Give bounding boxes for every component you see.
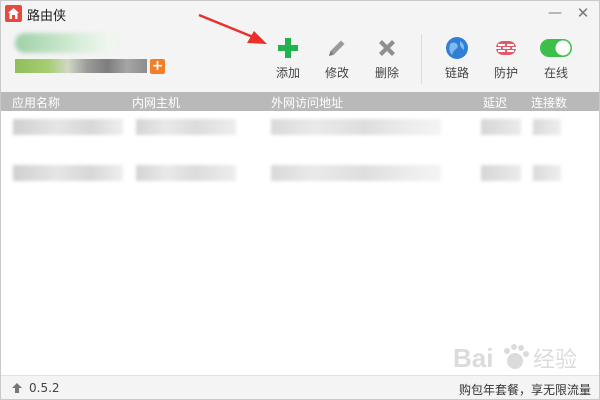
promo-link[interactable]: 购包年套餐，享无限流量 <box>459 381 591 398</box>
account-name-blurred <box>15 33 125 53</box>
app-home-icon <box>5 5 22 22</box>
minimize-button[interactable]: — <box>545 4 565 22</box>
link-button[interactable]: 链路 <box>434 36 480 86</box>
add-label: 添加 <box>275 66 300 80</box>
main-window: 路由侠 — ✕ + 添加 修改 删除 链路 防护 在线 应用名称 内网主机 外网… <box>0 0 600 400</box>
watermark-text: Bai <box>453 343 493 373</box>
edit-button[interactable]: 修改 <box>314 36 360 86</box>
delete-label: 删除 <box>374 66 399 80</box>
globe-icon <box>446 37 468 59</box>
account-info-blurred <box>15 59 147 73</box>
red-arrow-annotation <box>198 13 267 44</box>
toggle-on-icon <box>540 39 572 57</box>
watermark-suffix: 经验 <box>533 348 577 373</box>
lan-host-blurred <box>136 165 236 181</box>
toolbar-divider <box>421 34 422 84</box>
guard-button[interactable]: 防护 <box>483 36 529 86</box>
add-button[interactable]: 添加 <box>265 36 311 86</box>
online-toggle[interactable]: 在线 <box>533 36 579 86</box>
latency-blurred <box>481 165 521 181</box>
version-text: 0.5.2 <box>29 381 60 395</box>
x-icon <box>379 40 395 56</box>
table-header: 应用名称 内网主机 外网访问地址 延迟 连接数 <box>1 92 599 111</box>
guard-label: 防护 <box>493 66 518 80</box>
close-button[interactable]: ✕ <box>573 4 593 22</box>
window-title: 路由侠 <box>27 9 67 24</box>
delete-button[interactable]: 删除 <box>364 36 410 86</box>
status-bar: 0.5.2 购包年套餐，享无限流量 <box>1 375 599 399</box>
baidu-watermark: Bai 经验 <box>453 343 577 373</box>
latency-blurred <box>481 119 521 135</box>
app-name-blurred <box>13 165 123 181</box>
edit-label: 修改 <box>324 66 349 80</box>
link-label: 链路 <box>444 66 469 80</box>
title-bar[interactable]: 路由侠 — ✕ <box>1 1 599 28</box>
column-lan-host[interactable]: 内网主机 <box>132 94 180 111</box>
plus-icon <box>278 38 298 58</box>
lan-host-blurred <box>136 119 236 135</box>
column-wan-address[interactable]: 外网访问地址 <box>271 94 343 111</box>
app-name-blurred <box>13 119 123 135</box>
upgrade-arrow-icon[interactable] <box>11 382 23 394</box>
column-connections[interactable]: 连接数 <box>531 94 567 111</box>
wan-address-blurred <box>271 119 441 135</box>
connections-blurred <box>533 119 561 135</box>
online-label: 在线 <box>543 66 568 80</box>
column-app-name[interactable]: 应用名称 <box>12 94 60 111</box>
account-plus-badge-icon[interactable]: + <box>150 59 165 74</box>
firewall-icon <box>496 41 516 55</box>
connections-blurred <box>533 165 561 181</box>
wan-address-blurred <box>271 165 441 181</box>
column-latency[interactable]: 延迟 <box>483 94 507 111</box>
table-row[interactable] <box>1 115 599 139</box>
table-row[interactable] <box>1 161 599 185</box>
toolbar: + 添加 修改 删除 链路 防护 在线 <box>1 28 599 92</box>
pencil-icon <box>329 40 345 56</box>
